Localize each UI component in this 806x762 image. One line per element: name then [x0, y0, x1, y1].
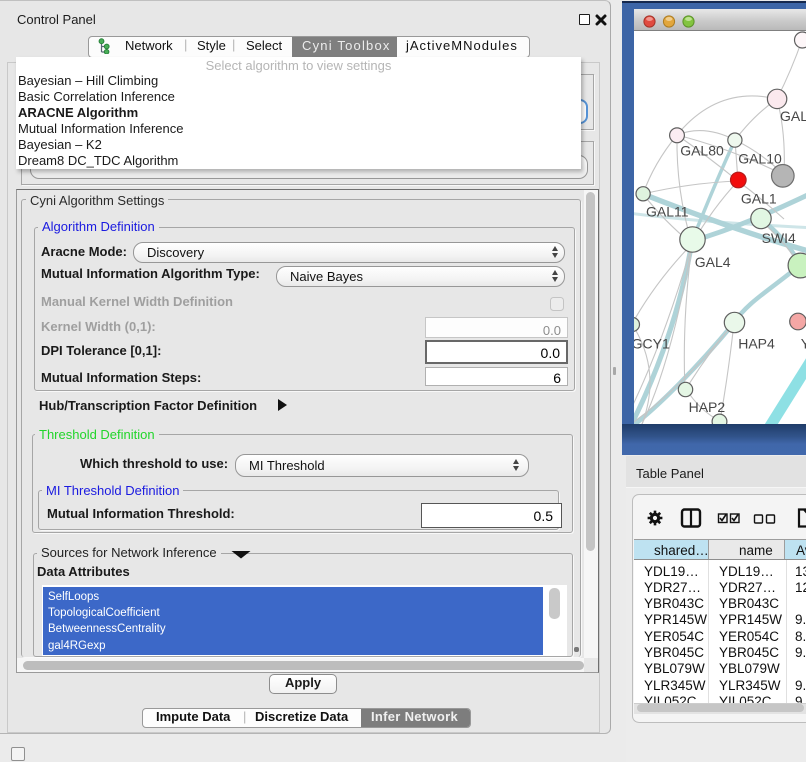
svg-text:HAP4: HAP4 — [738, 335, 775, 351]
svg-text:GAL2: GAL2 — [780, 108, 806, 124]
svg-text:HAP2: HAP2 — [689, 399, 726, 415]
svg-text:GAL11: GAL11 — [646, 204, 689, 220]
svg-text:GAL1: GAL1 — [741, 191, 777, 207]
svg-text:GAL4: GAL4 — [695, 254, 731, 270]
svg-text:GAL10: GAL10 — [738, 151, 782, 167]
svg-text:GCY1: GCY1 — [634, 335, 670, 351]
svg-text:Y: Y — [801, 335, 806, 351]
svg-text:GAL80: GAL80 — [680, 143, 724, 159]
svg-text:SWI4: SWI4 — [762, 230, 796, 246]
